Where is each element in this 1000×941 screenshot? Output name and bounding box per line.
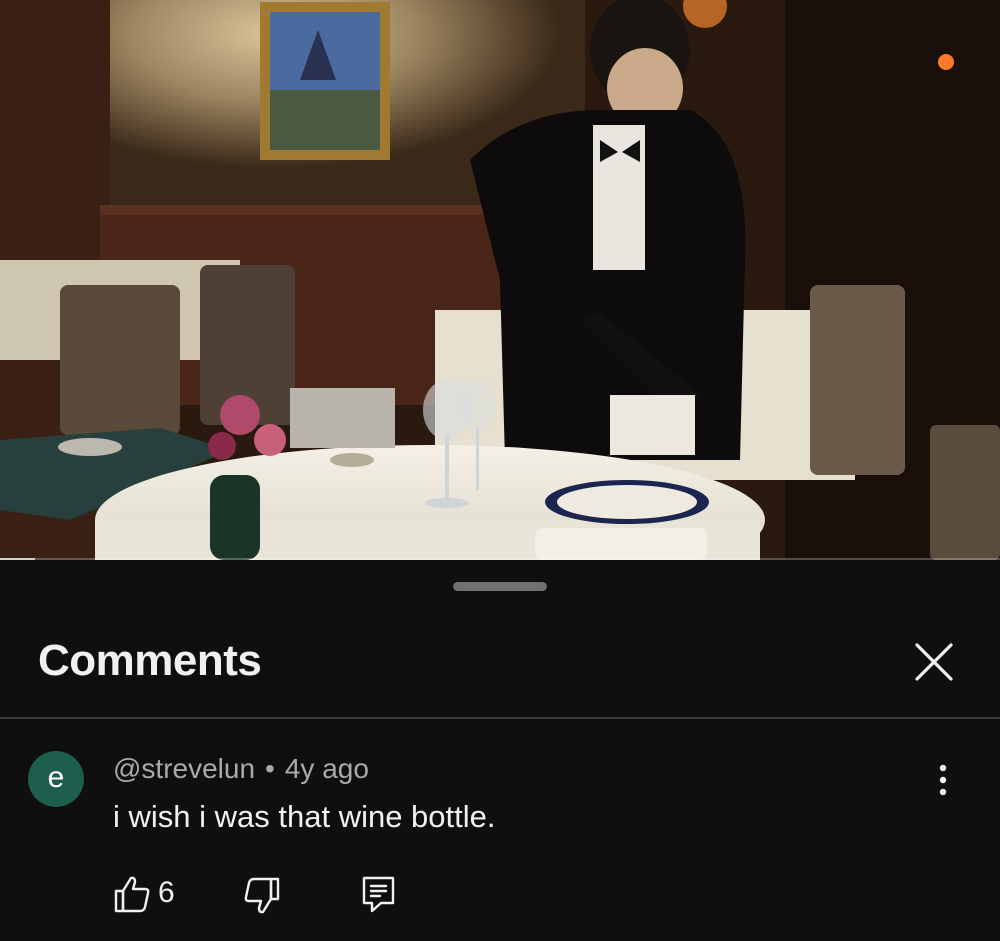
more-vertical-icon: [939, 764, 947, 796]
thumbs-down-icon: [244, 877, 280, 914]
video-progress-bar[interactable]: [0, 558, 1000, 560]
reply-icon: [362, 876, 395, 913]
like-button[interactable]: [112, 874, 152, 914]
comments-sheet: Comments e @strevelun • 4y ago i wish i wa…: [0, 562, 1000, 941]
video-progress-fill: [0, 558, 35, 560]
video-frame-restaurant-scene: [0, 0, 1000, 560]
sheet-drag-handle[interactable]: [453, 582, 547, 591]
meta-separator: •: [265, 753, 275, 784]
comments-title: Comments: [38, 636, 262, 685]
avatar[interactable]: e: [28, 751, 84, 807]
video-player[interactable]: [0, 0, 1000, 560]
comment-meta: @strevelun • 4y ago: [113, 753, 369, 785]
like-count: 6: [158, 876, 175, 909]
close-icon: [915, 643, 953, 681]
comment-text: i wish i was that wine bottle.: [113, 799, 496, 834]
reply-button[interactable]: [360, 874, 398, 914]
comment-author[interactable]: @strevelun: [113, 753, 255, 784]
dislike-button[interactable]: [242, 876, 282, 916]
comment-more-button[interactable]: [928, 762, 958, 798]
thumbs-up-icon: [114, 876, 150, 913]
header-divider: [0, 717, 1000, 719]
comment-age: 4y ago: [284, 753, 369, 784]
close-button[interactable]: [910, 638, 958, 686]
